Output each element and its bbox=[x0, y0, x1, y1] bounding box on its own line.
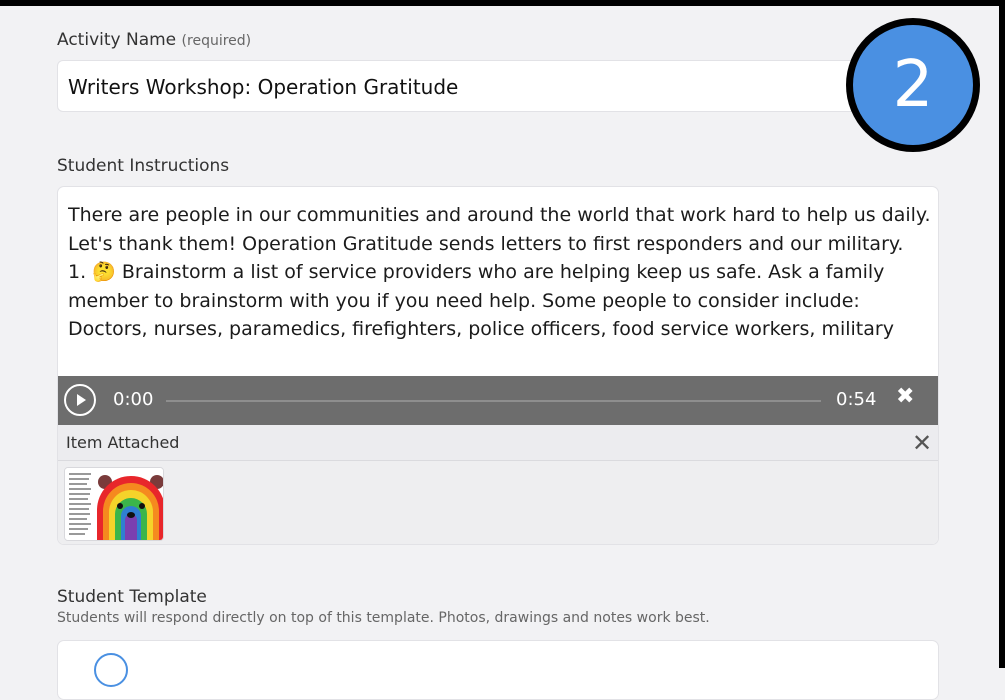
rainbow-bear-thumbnail-image bbox=[65, 468, 163, 540]
instructions-paragraph-2: 1. 🤔 Brainstorm a list of service provid… bbox=[68, 261, 894, 340]
attachment-title: Item Attached bbox=[66, 433, 180, 452]
student-template-label: Student Template bbox=[57, 587, 207, 607]
audio-total-time: 0:54 bbox=[836, 389, 877, 410]
student-instructions-field[interactable]: There are people in our communities and … bbox=[57, 186, 939, 545]
activity-name-input[interactable]: Writers Workshop: Operation Gratitude bbox=[57, 60, 937, 112]
student-template-subtitle: Students will respond directly on top of… bbox=[57, 610, 710, 626]
audio-current-time: 0:00 bbox=[113, 389, 154, 410]
step-number: 2 bbox=[853, 25, 973, 145]
add-template-icon[interactable] bbox=[94, 653, 128, 687]
student-instructions-label: Student Instructions bbox=[57, 156, 230, 176]
activity-name-value: Writers Workshop: Operation Gratitude bbox=[68, 75, 459, 99]
attachment-thumbnail[interactable] bbox=[64, 467, 164, 541]
right-frame-edge bbox=[999, 0, 1005, 668]
remove-audio-icon[interactable]: ✖ bbox=[896, 384, 914, 409]
activity-name-label: Activity Name (required) bbox=[57, 30, 251, 50]
step-number-badge: 2 bbox=[846, 18, 980, 152]
attachment-header: Item Attached ✕ bbox=[58, 425, 938, 461]
remove-attachment-icon[interactable]: ✕ bbox=[912, 429, 932, 457]
student-template-dropzone[interactable] bbox=[57, 640, 939, 700]
audio-player: 0:00 0:54 ✖ bbox=[58, 376, 938, 425]
activity-name-label-text: Activity Name bbox=[57, 30, 177, 50]
audio-progress-track[interactable] bbox=[166, 400, 821, 402]
required-note: (required) bbox=[181, 33, 252, 49]
top-frame-edge bbox=[0, 0, 1005, 6]
instructions-text[interactable]: There are people in our communities and … bbox=[68, 201, 932, 373]
play-icon[interactable] bbox=[64, 384, 96, 416]
instructions-paragraph-1: There are people in our communities and … bbox=[68, 204, 931, 255]
attachment-body bbox=[58, 461, 938, 544]
